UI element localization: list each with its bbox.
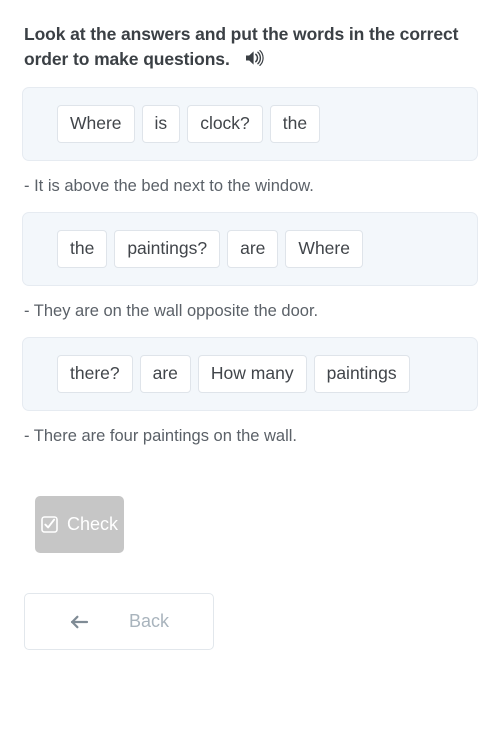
speaker-icon[interactable]	[244, 49, 265, 67]
page-title: Look at the answers and put the words in…	[0, 0, 500, 73]
word-tile[interactable]: the	[57, 229, 108, 268]
word-tile[interactable]: paintings?	[114, 229, 221, 268]
word-tile[interactable]: is	[141, 104, 181, 143]
exercise-page: Look at the answers and put the words in…	[0, 0, 500, 731]
word-tile[interactable]: Where	[57, 104, 135, 143]
check-button[interactable]: Check	[35, 496, 125, 554]
answer-line: - It is above the bed next to the window…	[24, 176, 314, 195]
word-panel: there? are How many paintings	[22, 336, 478, 411]
word-panel: Where is clock? the	[22, 86, 478, 161]
word-panel: the paintings? are Where	[22, 211, 478, 286]
arrow-left-icon	[69, 614, 91, 630]
back-button[interactable]: Back	[24, 593, 214, 651]
back-button-label: Back	[128, 611, 170, 632]
word-tile[interactable]: are	[227, 229, 279, 268]
word-tile[interactable]: the	[269, 104, 321, 143]
word-tile[interactable]: there?	[57, 354, 133, 393]
word-tile[interactable]: Where	[285, 229, 363, 268]
answer-line: - They are on the wall opposite the door…	[24, 301, 319, 320]
word-tile[interactable]: are	[139, 354, 191, 393]
word-tile[interactable]: How many	[197, 354, 307, 393]
word-tile[interactable]: clock?	[187, 104, 263, 143]
word-tile[interactable]: paintings	[313, 354, 410, 393]
answer-line: - There are four paintings on the wall.	[24, 426, 298, 445]
check-button-label: Check	[67, 514, 119, 535]
checked-box-icon	[41, 516, 58, 533]
task-instruction-text: Look at the answers and put the words in…	[24, 24, 459, 70]
